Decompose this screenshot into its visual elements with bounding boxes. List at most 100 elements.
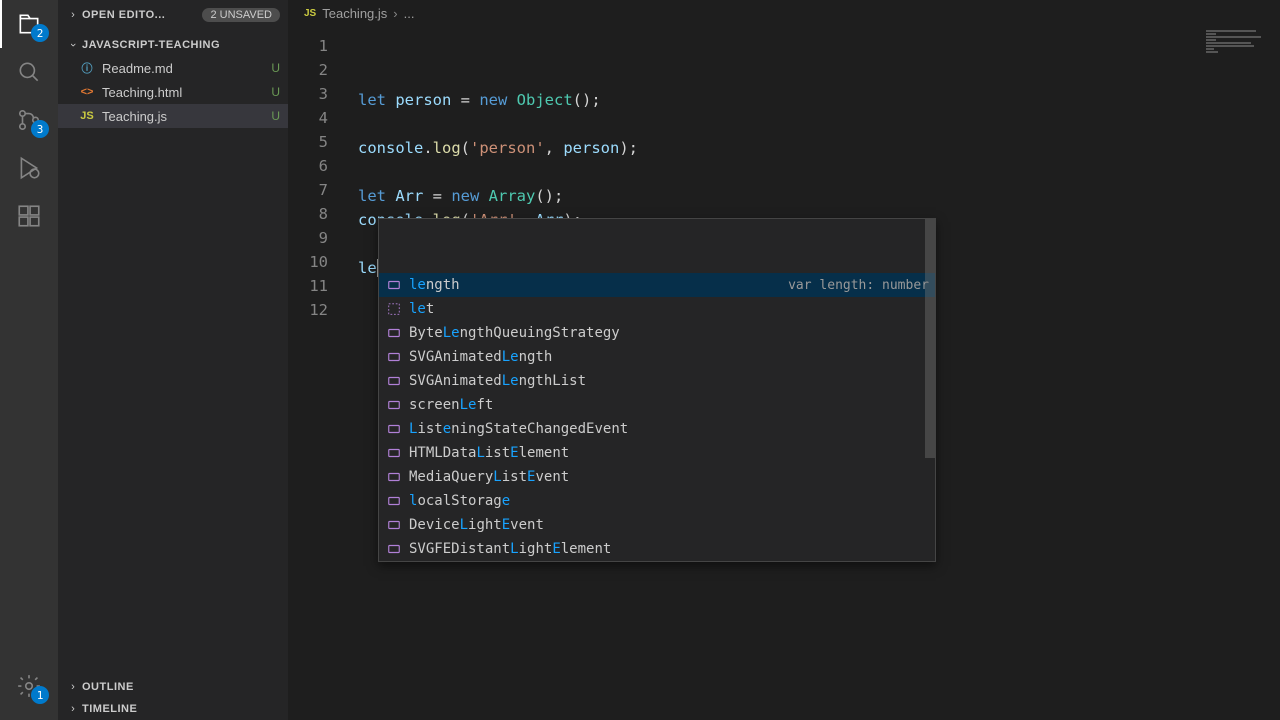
autocomplete-item[interactable]: lengthvar length: number (379, 273, 935, 297)
line-number: 12 (288, 298, 348, 322)
vertical-scrollbar[interactable] (1266, 28, 1280, 720)
breadcrumb-file: Teaching.js (322, 6, 387, 21)
minimap[interactable] (1206, 30, 1266, 70)
line-number: 6 (288, 154, 348, 178)
project-header[interactable]: › JAVASCRIPT-TEACHING (58, 34, 288, 56)
snippet-icon (385, 300, 403, 318)
file-name: Readme.md (102, 61, 173, 76)
file-name: Teaching.js (102, 109, 167, 124)
autocomplete-label: SVGAnimatedLengthList (409, 373, 586, 389)
variable-icon (385, 348, 403, 366)
file-type-icon: JS (78, 108, 96, 124)
autocomplete-item[interactable]: SVGAnimatedLength (379, 345, 935, 369)
line-number: 4 (288, 106, 348, 130)
file-git-status: U (271, 61, 280, 75)
autocomplete-item[interactable]: localStorage (379, 489, 935, 513)
autocomplete-item[interactable]: screenLeft (379, 393, 935, 417)
code-line[interactable]: let Arr = new Array(); (348, 184, 1280, 208)
timeline-header[interactable]: › TIMELINE (58, 698, 288, 720)
autocomplete-label: DeviceLightEvent (409, 517, 544, 533)
autocomplete-item[interactable]: DeviceLightEvent (379, 513, 935, 537)
variable-icon (385, 540, 403, 558)
variable-icon (385, 492, 403, 510)
autocomplete-label: screenLeft (409, 397, 493, 413)
line-number: 7 (288, 178, 348, 202)
line-number: 8 (288, 202, 348, 226)
autocomplete-label: localStorage (409, 493, 510, 509)
autocomplete-label: HTMLDataListElement (409, 445, 569, 461)
breadcrumb-separator-icon: › (393, 6, 397, 21)
unsaved-badge: 2 UNSAVED (202, 8, 280, 22)
autocomplete-item[interactable]: ListeningStateChangedEvent (379, 417, 935, 441)
file-name: Teaching.html (102, 85, 182, 100)
line-number: 11 (288, 274, 348, 298)
line-number: 1 (288, 34, 348, 58)
code-line[interactable]: console.log('person', person); (348, 136, 1280, 160)
activity-search[interactable] (5, 48, 53, 96)
code-line[interactable] (348, 112, 1280, 136)
editor-content[interactable]: 123456789101112 let person = new Object(… (288, 28, 1280, 720)
file-git-status: U (271, 109, 280, 123)
code-line[interactable] (348, 160, 1280, 184)
line-number: 10 (288, 250, 348, 274)
outline-header[interactable]: › OUTLINE (58, 676, 288, 698)
variable-icon (385, 516, 403, 534)
explorer-badge: 2 (31, 24, 49, 42)
line-number: 3 (288, 82, 348, 106)
file-type-icon: <> (78, 84, 96, 100)
autocomplete-label: SVGFEDistantLightElement (409, 541, 611, 557)
activity-source-control[interactable]: 3 (5, 96, 53, 144)
chevron-right-icon: › (66, 703, 80, 715)
variable-icon (385, 444, 403, 462)
open-editors-label: OPEN EDITO... (82, 9, 165, 21)
activity-bar: 2 3 1 (0, 0, 58, 720)
autocomplete-item[interactable]: SVGAnimatedLengthList (379, 369, 935, 393)
autocomplete-label: ByteLengthQueuingStrategy (409, 325, 620, 341)
file-item[interactable]: JS Teaching.js U (58, 104, 288, 128)
project-label: JAVASCRIPT-TEACHING (82, 39, 220, 51)
line-number-gutter: 123456789101112 (288, 28, 348, 720)
autocomplete-label: SVGAnimatedLength (409, 349, 552, 365)
line-number: 2 (288, 58, 348, 82)
variable-icon (385, 324, 403, 342)
timeline-label: TIMELINE (82, 703, 137, 715)
autocomplete-detail: var length: number (788, 278, 929, 293)
autocomplete-label: MediaQueryListEvent (409, 469, 569, 485)
file-git-status: U (271, 85, 280, 99)
autocomplete-item[interactable]: HTMLDataListElement (379, 441, 935, 465)
activity-extensions[interactable] (5, 192, 53, 240)
file-list: ⓘ Readme.md U <> Teaching.html U JS Teaching.js… (58, 56, 288, 128)
file-item[interactable]: <> Teaching.html U (58, 80, 288, 104)
chevron-right-icon: › (66, 9, 80, 21)
variable-icon (385, 276, 403, 294)
chevron-right-icon: › (66, 681, 80, 693)
js-file-icon: JS (304, 8, 316, 19)
outline-label: OUTLINE (82, 681, 134, 693)
autocomplete-item[interactable]: SVGFEDistantLightElement (379, 537, 935, 561)
variable-icon (385, 372, 403, 390)
autocomplete-popup[interactable]: lengthvar length: number let ByteLengthQue… (378, 218, 936, 562)
line-number: 5 (288, 130, 348, 154)
activity-settings[interactable]: 1 (5, 662, 53, 710)
sidebar: › OPEN EDITO... 2 UNSAVED › JAVASCRIPT-T… (58, 0, 288, 720)
code-area[interactable]: let person = new Object(); console.log('p… (348, 28, 1280, 720)
file-type-icon: ⓘ (78, 60, 96, 76)
autocomplete-label: let (409, 301, 434, 317)
autocomplete-label: ListeningStateChangedEvent (409, 421, 628, 437)
open-editors-header[interactable]: › OPEN EDITO... 2 UNSAVED (58, 4, 288, 26)
autocomplete-item[interactable]: MediaQueryListEvent (379, 465, 935, 489)
settings-badge: 1 (31, 686, 49, 704)
scm-badge: 3 (31, 120, 49, 138)
autocomplete-scrollbar[interactable] (925, 219, 935, 458)
activity-run-debug[interactable] (5, 144, 53, 192)
autocomplete-item[interactable]: ByteLengthQueuingStrategy (379, 321, 935, 345)
line-number: 9 (288, 226, 348, 250)
autocomplete-item[interactable]: let (379, 297, 935, 321)
file-item[interactable]: ⓘ Readme.md U (58, 56, 288, 80)
editor-area: JS Teaching.js › ... 123456789101112 let… (288, 0, 1280, 720)
breadcrumb-rest: ... (404, 6, 415, 21)
variable-icon (385, 420, 403, 438)
code-line[interactable]: let person = new Object(); (348, 88, 1280, 112)
breadcrumb[interactable]: JS Teaching.js › ... (288, 0, 1280, 28)
activity-explorer[interactable]: 2 (5, 0, 53, 48)
